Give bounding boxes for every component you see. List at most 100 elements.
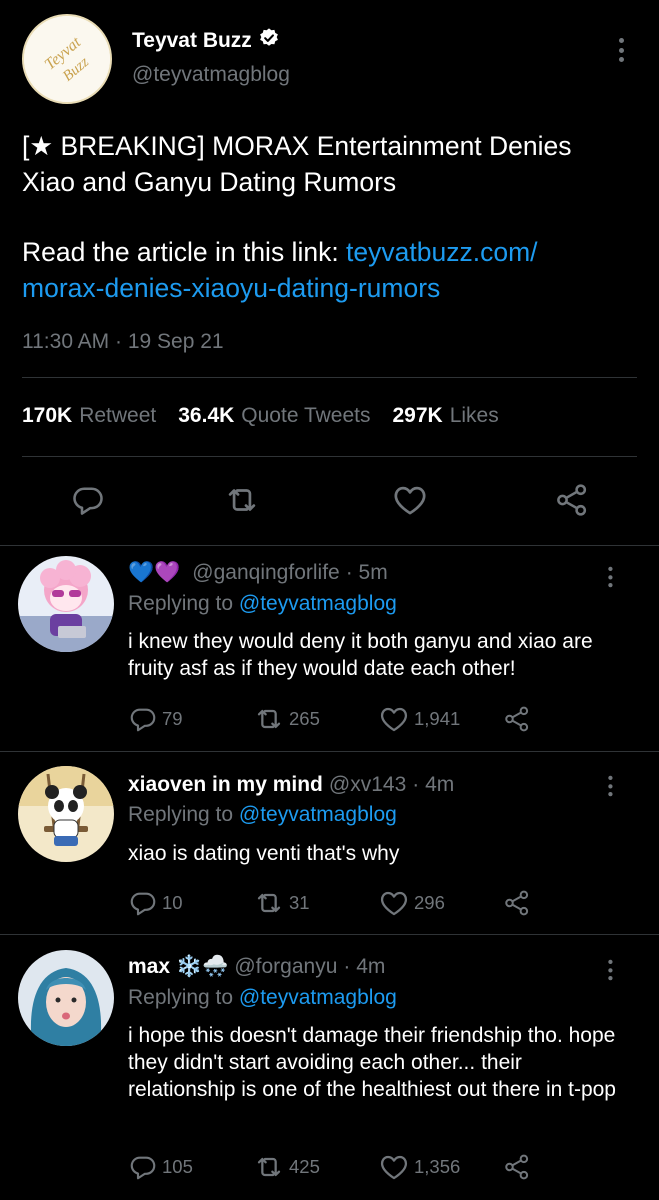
reply-button[interactable]: 10 bbox=[128, 885, 183, 921]
more-options-icon[interactable] bbox=[602, 773, 619, 799]
reply-author-handle[interactable]: @xv143 bbox=[329, 773, 406, 797]
share-button[interactable] bbox=[502, 701, 532, 737]
like-button[interactable]: 296 bbox=[378, 885, 445, 921]
replying-to-handle[interactable]: @teyvatmagblog bbox=[239, 592, 397, 615]
reply-author-name[interactable]: max bbox=[128, 955, 170, 979]
replying-to-label: Replying to bbox=[128, 592, 239, 615]
quote-tweets-stat[interactable]: 36.4K Quote Tweets bbox=[178, 404, 370, 428]
retweet-button[interactable] bbox=[220, 478, 264, 522]
author-name[interactable]: Teyvat Buzz bbox=[132, 27, 280, 55]
tweet-text-line1: [★ BREAKING] MORAX Entertainment Denies bbox=[22, 131, 572, 161]
retweet-icon bbox=[257, 893, 281, 913]
likes-count: 297K bbox=[392, 404, 443, 427]
retweet-label: Retweet bbox=[79, 404, 157, 427]
share-icon bbox=[505, 890, 529, 916]
heart-icon bbox=[380, 1155, 408, 1180]
retweet-count: 265 bbox=[289, 708, 320, 729]
heart-icon bbox=[394, 486, 426, 515]
like-button[interactable]: 1,941 bbox=[378, 701, 460, 737]
retweet-count: 31 bbox=[289, 892, 310, 913]
likes-label: Likes bbox=[449, 404, 499, 427]
share-icon bbox=[557, 484, 587, 516]
reply-header: max ❄️🌨️ @forganyu · 4m bbox=[128, 955, 385, 979]
replying-to: Replying to @teyvatmagblog bbox=[128, 592, 397, 616]
author-handle[interactable]: @teyvatmagblog bbox=[132, 63, 290, 87]
reply-button[interactable]: 105 bbox=[128, 1149, 193, 1185]
more-options-icon[interactable] bbox=[611, 35, 631, 65]
like-count: 296 bbox=[414, 892, 445, 913]
share-button[interactable] bbox=[502, 885, 532, 921]
replying-to: Replying to @teyvatmagblog bbox=[128, 986, 397, 1010]
replying-to-handle[interactable]: @teyvatmagblog bbox=[239, 986, 397, 1009]
share-button[interactable] bbox=[502, 1149, 532, 1185]
reply-text: i hope this doesn't damage their friends… bbox=[128, 1024, 616, 1101]
reply-author-handle[interactable]: @forganyu bbox=[234, 955, 337, 979]
reply-count: 79 bbox=[162, 708, 183, 729]
retweet-stat[interactable]: 170K Retweet bbox=[22, 404, 156, 428]
tweet-stats: 170K Retweet 36.4K Quote Tweets 297K Likes bbox=[22, 404, 521, 428]
reply-header: 💙💜 @ganqingforlife · 5m bbox=[128, 561, 388, 585]
blue-hair-portrait-image bbox=[18, 950, 114, 1046]
heart-icon bbox=[380, 891, 408, 916]
replying-to-label: Replying to bbox=[128, 803, 239, 826]
reply-text: i knew they would deny it both ganyu and… bbox=[128, 630, 593, 680]
reply-icon bbox=[130, 1156, 156, 1180]
author-name-text: Teyvat Buzz bbox=[132, 29, 252, 52]
retweet-button[interactable]: 425 bbox=[253, 1149, 320, 1185]
panda-avatar-image bbox=[18, 766, 114, 862]
reply-count: 10 bbox=[162, 892, 183, 913]
reply-time[interactable]: · 4m bbox=[412, 773, 454, 797]
verified-badge-icon bbox=[258, 27, 280, 55]
share-icon bbox=[505, 706, 529, 732]
more-options-icon[interactable] bbox=[602, 564, 619, 590]
quote-count: 36.4K bbox=[178, 404, 235, 427]
divider bbox=[22, 456, 637, 457]
quote-label: Quote Tweets bbox=[241, 404, 371, 427]
like-button[interactable]: 1,356 bbox=[378, 1149, 460, 1185]
like-count: 1,356 bbox=[414, 1156, 461, 1177]
retweet-icon bbox=[257, 709, 281, 729]
tweet-timestamp[interactable]: 11:30 AM · 19 Sep 21 bbox=[22, 330, 224, 354]
reply-avatar[interactable] bbox=[18, 556, 114, 652]
author-avatar[interactable]: Teyvat Buzz bbox=[22, 14, 112, 104]
divider bbox=[0, 934, 659, 935]
divider bbox=[0, 751, 659, 752]
reply-icon bbox=[130, 708, 156, 732]
like-count: 1,941 bbox=[414, 708, 461, 729]
like-button[interactable] bbox=[388, 478, 432, 522]
replying-to-handle[interactable]: @teyvatmagblog bbox=[239, 803, 397, 826]
reply-time[interactable]: · 4m bbox=[343, 955, 385, 979]
more-options-icon[interactable] bbox=[602, 957, 619, 983]
retweet-button[interactable]: 31 bbox=[253, 885, 310, 921]
retweet-button[interactable]: 265 bbox=[253, 701, 320, 737]
reply-header: xiaoven in my mind @xv143 · 4m bbox=[128, 773, 454, 797]
tweet-text: [★ BREAKING] MORAX Entertainment Denies … bbox=[22, 128, 632, 306]
reply-time[interactable]: · 5m bbox=[346, 561, 388, 585]
heart-icon bbox=[380, 707, 408, 732]
article-link-part1[interactable]: teyvatbuzz.com/ bbox=[346, 237, 537, 267]
reply-avatar[interactable] bbox=[18, 950, 114, 1046]
retweet-icon bbox=[257, 1157, 281, 1177]
reply-author-handle[interactable]: @ganqingforlife bbox=[192, 561, 339, 585]
article-link-part2[interactable]: morax-denies-xiaoyu-dating-rumors bbox=[22, 270, 632, 306]
tweet-text-line2: Xiao and Ganyu Dating Rumors bbox=[22, 167, 397, 197]
reply-button[interactable]: 79 bbox=[128, 701, 183, 737]
retweet-icon bbox=[228, 489, 256, 511]
reply-text: xiao is dating venti that's why bbox=[128, 842, 400, 865]
replying-to: Replying to @teyvatmagblog bbox=[128, 803, 397, 827]
sheep-avatar-image bbox=[18, 556, 114, 652]
reply-avatar[interactable] bbox=[18, 766, 114, 862]
reply-author-emoji: 💙💜 bbox=[128, 561, 181, 584]
divider bbox=[0, 545, 659, 546]
retweet-count: 425 bbox=[289, 1156, 320, 1177]
tweet-text-line3: Read the article in this link: bbox=[22, 237, 347, 267]
reply-author-emoji: ❄️🌨️ bbox=[176, 955, 229, 978]
retweet-count: 170K bbox=[22, 404, 73, 427]
reply-actions: 79 265 1,941 bbox=[128, 701, 548, 741]
reply-author-name[interactable]: xiaoven in my mind bbox=[128, 773, 323, 797]
share-icon bbox=[505, 1154, 529, 1180]
reply-button[interactable] bbox=[66, 478, 110, 522]
likes-stat[interactable]: 297K Likes bbox=[393, 404, 499, 428]
share-button[interactable] bbox=[550, 478, 594, 522]
reply-icon bbox=[73, 487, 103, 515]
